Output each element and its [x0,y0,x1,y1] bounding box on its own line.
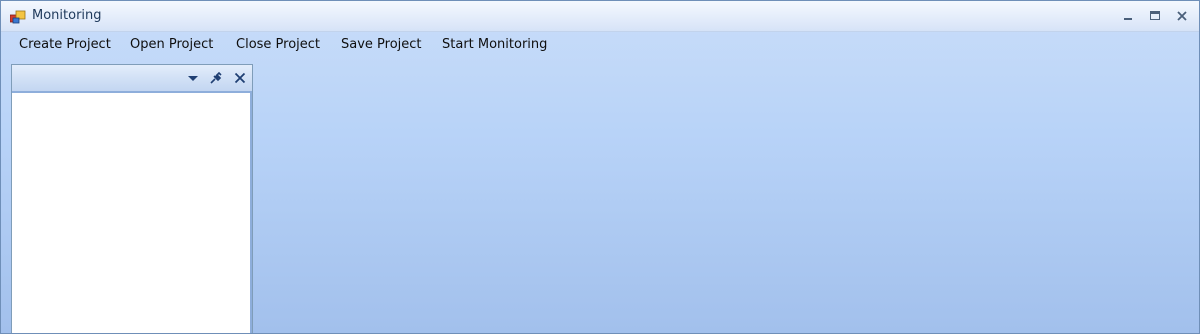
pin-icon[interactable] [209,71,223,85]
menu-close-project[interactable]: Close Project [236,37,320,52]
menu-open-project[interactable]: Open Project [130,37,213,52]
minimize-icon[interactable] [1118,7,1138,25]
main-window: Monitoring Create Project Open Project C… [0,0,1200,334]
menu-save-project[interactable]: Save Project [341,37,422,52]
menu-create-project[interactable]: Create Project [19,37,111,52]
dock-panel [11,64,253,333]
close-icon[interactable] [233,71,247,85]
app-icon [10,10,26,24]
close-icon[interactable] [1172,7,1192,25]
dock-panel-content[interactable] [12,93,252,333]
dock-panel-header[interactable] [12,65,252,93]
window-title: Monitoring [32,8,102,23]
title-bar[interactable]: Monitoring [1,1,1199,32]
menu-start-monitoring[interactable]: Start Monitoring [442,37,547,52]
menu-bar: Create Project Open Project Close Projec… [1,32,1199,58]
dropdown-arrow-icon[interactable] [186,71,200,85]
maximize-icon[interactable] [1145,7,1165,25]
